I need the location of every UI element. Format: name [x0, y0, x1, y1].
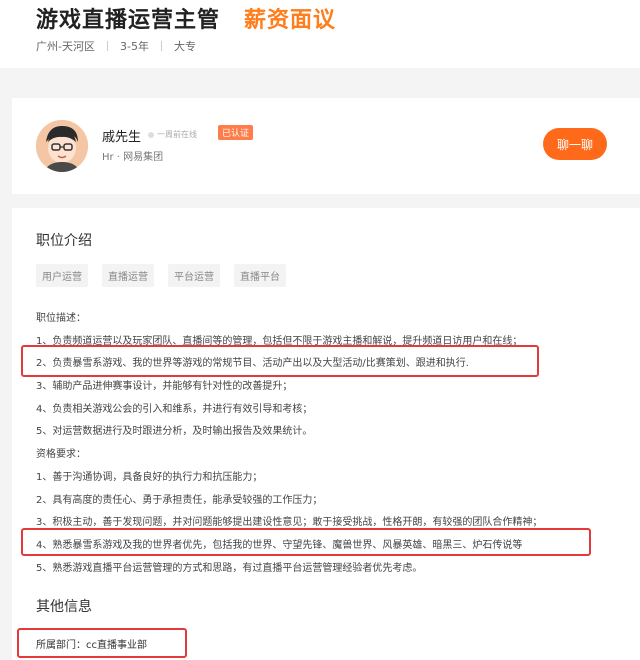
chat-button[interactable]: 聊一聊	[543, 128, 607, 160]
avatar-illustration-icon	[36, 120, 88, 172]
job-education: 大专	[173, 40, 196, 53]
tag-list: 用户运营 直播运营 平台运营 直播平台	[36, 264, 300, 287]
verified-badge: 已认证	[218, 125, 254, 140]
job-location: 广州-天河区	[36, 40, 95, 53]
job-tag[interactable]: 用户运营	[36, 264, 88, 287]
divider	[106, 41, 108, 51]
status-dot-icon	[148, 131, 154, 138]
job-header: 游戏直播运营主管 薪资面议 广州-天河区 3-5年 大专	[0, 0, 640, 68]
description-line: 5、对运营数据进行及时跟进分析，及时输出报告及效果统计。	[36, 426, 313, 438]
recruiter-card: 戚先生 一周前在线 已认证 Hr · 网易集团 聊一聊	[12, 98, 640, 194]
section-title-job-intro: 职位介绍	[36, 233, 92, 249]
description-line: 4、负责相关游戏公会的引入和维系，并进行有效引导和考核；	[36, 403, 313, 415]
requirements-heading: 资格要求：	[36, 449, 86, 461]
description-line: 3、辅助产品进伸赛事设计，并能够有针对性的改善提升；	[36, 381, 293, 393]
job-tag[interactable]: 直播平台	[234, 264, 286, 287]
recruiter-name: 戚先生	[102, 130, 142, 145]
divider	[160, 41, 162, 51]
job-experience: 3-5年	[119, 40, 149, 53]
section-title-other-info: 其他信息	[36, 599, 92, 615]
online-status: 一周前在线	[148, 129, 197, 140]
job-meta: 广州-天河区 3-5年 大专	[36, 38, 196, 54]
highlight-box	[21, 345, 539, 377]
requirement-line: 1、善于沟通协调，具备良好的执行力和抗压能力；	[36, 471, 263, 483]
job-tag[interactable]: 直播运营	[102, 264, 154, 287]
job-title: 游戏直播运营主管	[36, 8, 221, 33]
description-heading: 职位描述：	[36, 313, 86, 324]
avatar[interactable]	[36, 120, 88, 172]
online-status-text: 一周前在线	[157, 130, 197, 139]
highlight-box	[21, 528, 591, 556]
recruiter-company: Hr · 网易集团	[102, 152, 164, 163]
highlight-box	[17, 628, 187, 658]
requirement-line: 5、熟悉游戏直播平台运营管理的方式和思路，有过直播平台运营管理经验者优先考虑。	[36, 562, 423, 574]
job-description-card: 职位介绍 用户运营 直播运营 平台运营 直播平台 职位描述： 1、负责频道运营以…	[12, 208, 640, 660]
requirement-line: 2、具有高度的责任心、勇于承担责任，能承受较强的工作压力；	[36, 494, 323, 506]
job-tag[interactable]: 平台运营	[168, 264, 220, 287]
salary: 薪资面议	[244, 8, 337, 33]
